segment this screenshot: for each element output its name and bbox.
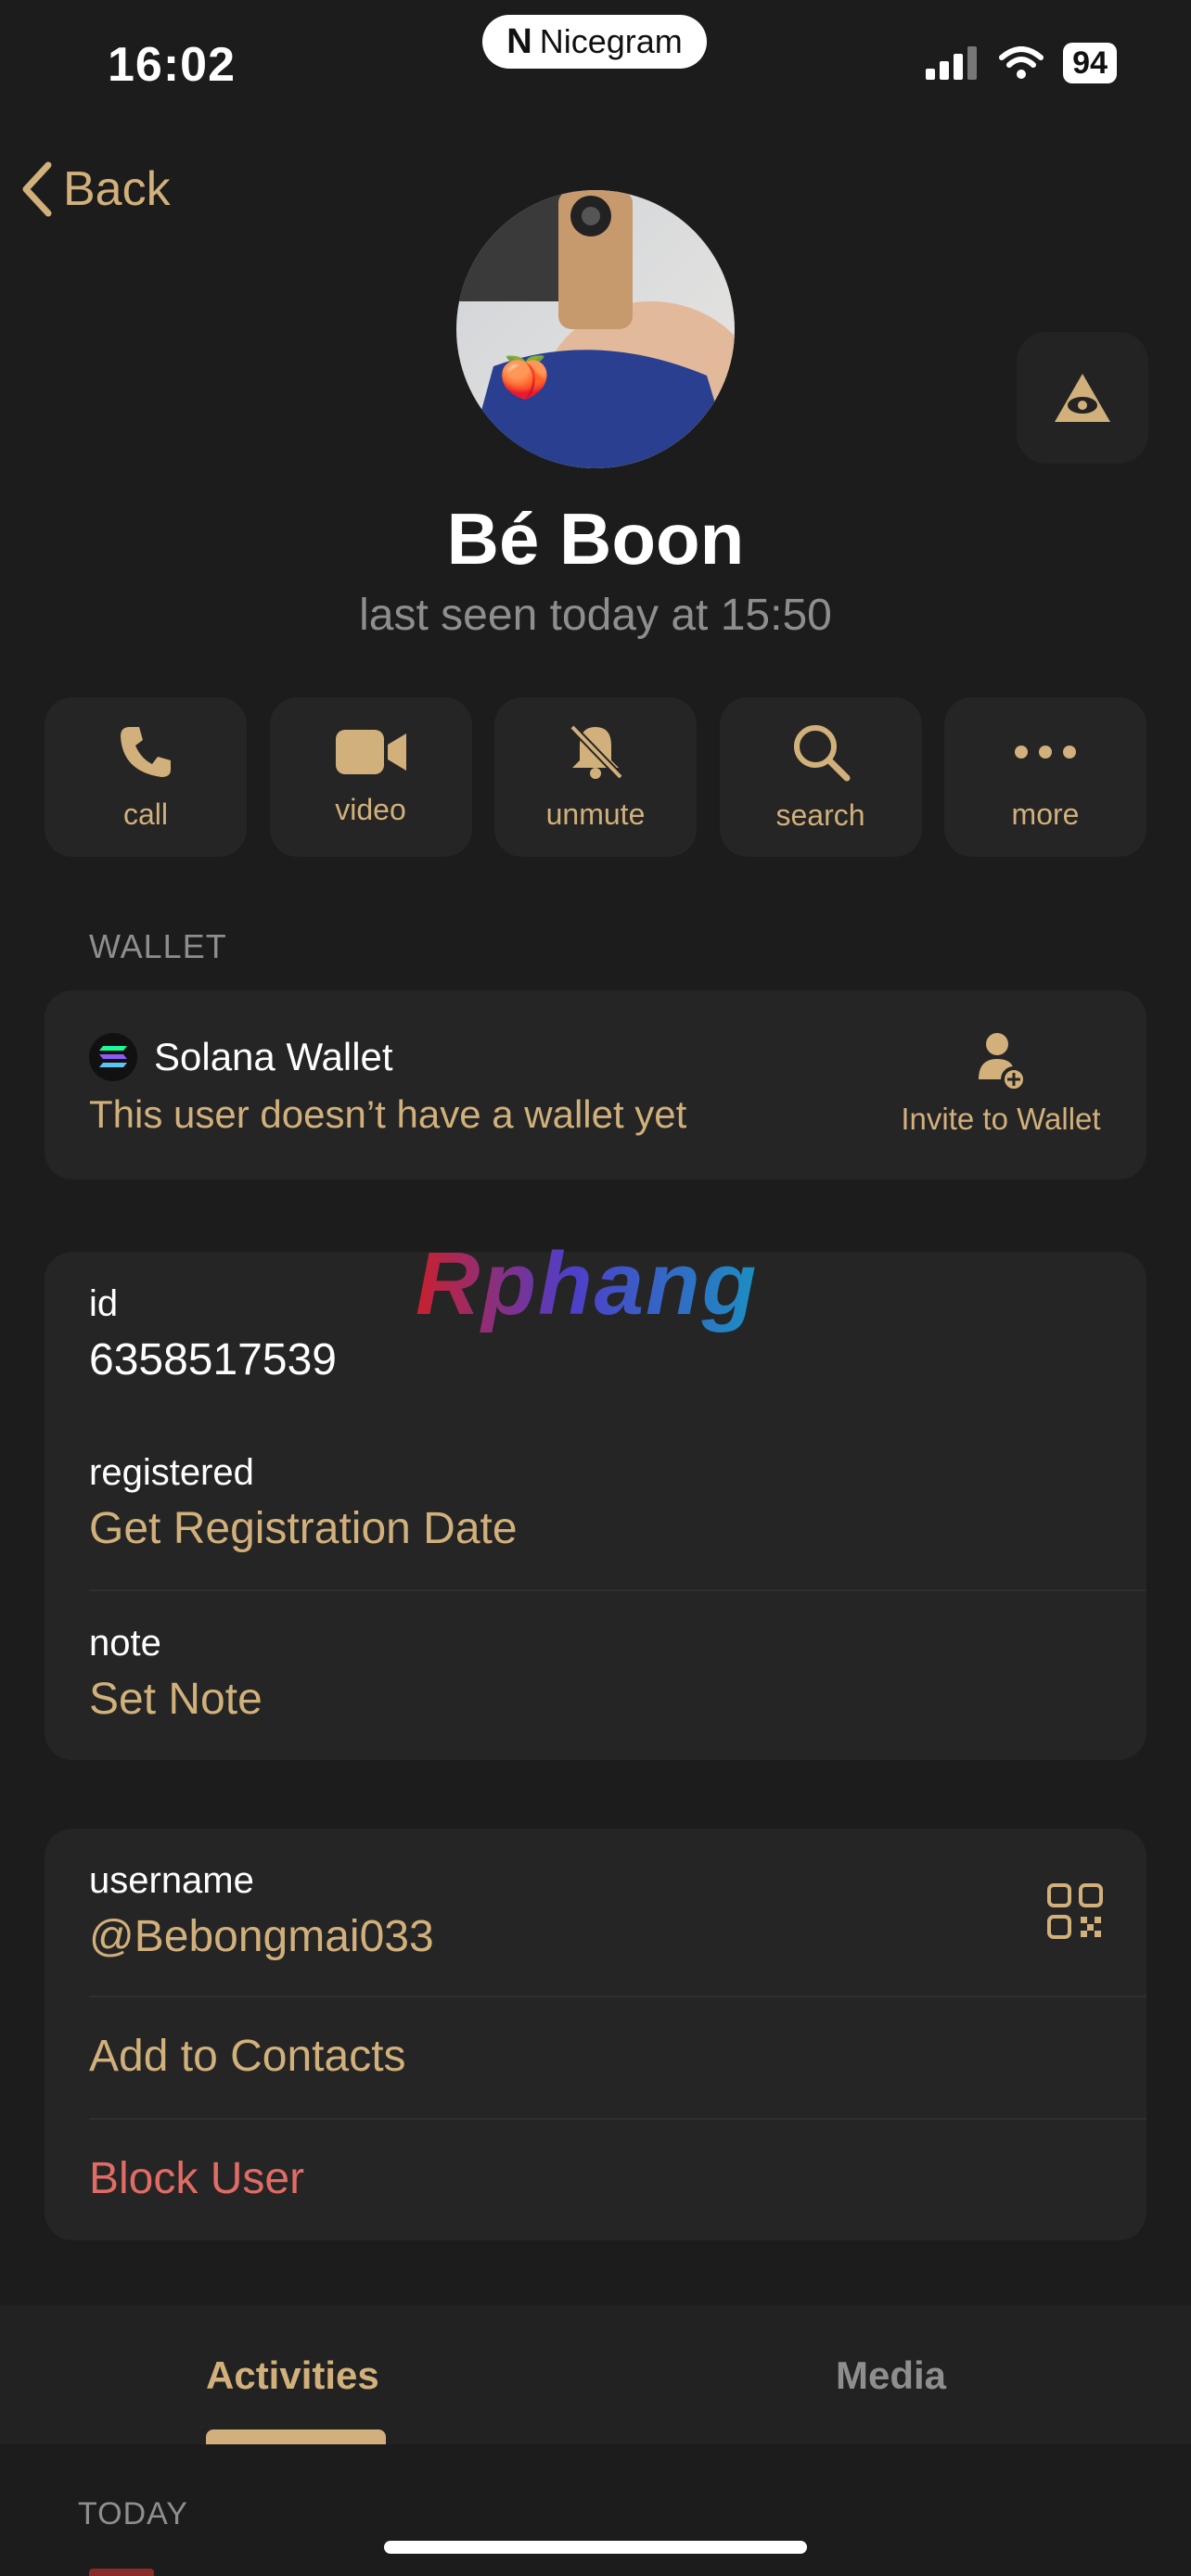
feed-item-peek — [89, 2569, 154, 2576]
more-button[interactable]: more — [944, 697, 1146, 857]
call-label: call — [122, 797, 168, 831]
username-label: username — [89, 1860, 254, 1901]
video-button[interactable]: video — [269, 697, 472, 857]
invite-label: Invite to Wallet — [901, 1102, 1101, 1136]
set-note-link[interactable]: Set Note — [89, 1674, 1146, 1725]
bell-slash-icon — [570, 723, 623, 780]
invite-to-wallet-button[interactable]: Invite to Wallet — [876, 1031, 1126, 1137]
avatar[interactable]: 🍑 — [456, 190, 735, 468]
add-user-icon — [979, 1033, 1025, 1090]
registered-row[interactable]: registered Get Registration Date — [89, 1452, 1146, 1554]
app-pill-label: Nicegram — [539, 22, 683, 60]
unmute-label: unmute — [545, 797, 646, 831]
nicegram-logo-icon: N — [506, 21, 532, 61]
username-row[interactable]: username @Bebongmai033 — [89, 1860, 1146, 1962]
wallet-status-text: This user doesn’t have a wallet yet — [89, 1092, 687, 1136]
registered-label: registered — [89, 1452, 254, 1493]
back-button[interactable]: Back — [19, 159, 171, 219]
search-label: search — [775, 797, 865, 832]
wifi-icon — [999, 46, 1044, 79]
peach-emoji: 🍑 — [499, 355, 550, 401]
status-icons: 94 — [926, 43, 1117, 83]
id-value[interactable]: 6358517539 — [89, 1334, 1146, 1385]
divider — [89, 1589, 1146, 1591]
get-registration-date-link[interactable]: Get Registration Date — [89, 1503, 1146, 1554]
add-to-contacts-button[interactable]: Add to Contacts — [89, 2031, 1146, 2082]
phone-icon — [121, 726, 171, 777]
ellipsis-icon — [1015, 745, 1076, 759]
tab-media[interactable]: Media — [836, 2353, 946, 2398]
call-button[interactable]: call — [45, 697, 247, 857]
contact-card: username @Bebongmai033 Add to Contacts B… — [45, 1829, 1146, 2240]
status-time: 16:02 — [108, 38, 236, 92]
search-button[interactable]: search — [719, 697, 922, 857]
tab-active-indicator — [206, 2429, 386, 2444]
signal-icon — [926, 46, 978, 80]
note-row[interactable]: note Set Note — [89, 1623, 1146, 1725]
wallet-title: Solana Wallet — [89, 1033, 393, 1081]
last-seen-status: last seen today at 15:50 — [359, 591, 832, 640]
more-label: more — [1011, 797, 1080, 831]
unmute-button[interactable]: unmute — [494, 697, 697, 857]
chevron-left-icon — [22, 161, 52, 217]
avatar-photo — [456, 190, 735, 468]
app-pill: N Nicegram — [482, 15, 707, 69]
username-value[interactable]: @Bebongmai033 — [89, 1911, 1146, 1962]
solana-icon — [89, 1033, 137, 1081]
eye-toggle-button[interactable] — [1017, 332, 1148, 464]
feed-section-label: TODAY — [78, 2496, 188, 2531]
wallet-section-label: WALLET — [89, 927, 227, 965]
action-bar: call video unmute search more — [45, 697, 1146, 857]
video-label: video — [335, 792, 406, 826]
divider — [89, 1996, 1146, 1997]
tab-bar: Activities Media — [0, 2305, 1191, 2444]
home-indicator[interactable] — [384, 2541, 807, 2554]
watermark-logo: Rphang — [416, 1234, 759, 1333]
profile-name: Bé Boon — [446, 498, 745, 580]
wallet-title-text: Solana Wallet — [154, 1035, 393, 1078]
qr-code-button[interactable] — [1046, 1882, 1104, 1945]
search-icon — [793, 724, 850, 781]
divider — [89, 2118, 1146, 2120]
note-label: note — [89, 1623, 161, 1664]
block-user-row[interactable]: Block User — [89, 2153, 1146, 2204]
video-icon — [335, 729, 406, 774]
battery-indicator: 94 — [1063, 43, 1117, 83]
all-seeing-eye-icon — [1055, 374, 1110, 422]
qr-code-icon — [1047, 1883, 1103, 1939]
back-label: Back — [63, 162, 171, 216]
wallet-card: Solana Wallet This user doesn’t have a w… — [45, 990, 1146, 1180]
tab-activities[interactable]: Activities — [206, 2353, 379, 2398]
add-to-contacts-row[interactable]: Add to Contacts — [89, 2031, 1146, 2082]
block-user-button[interactable]: Block User — [89, 2153, 1146, 2204]
